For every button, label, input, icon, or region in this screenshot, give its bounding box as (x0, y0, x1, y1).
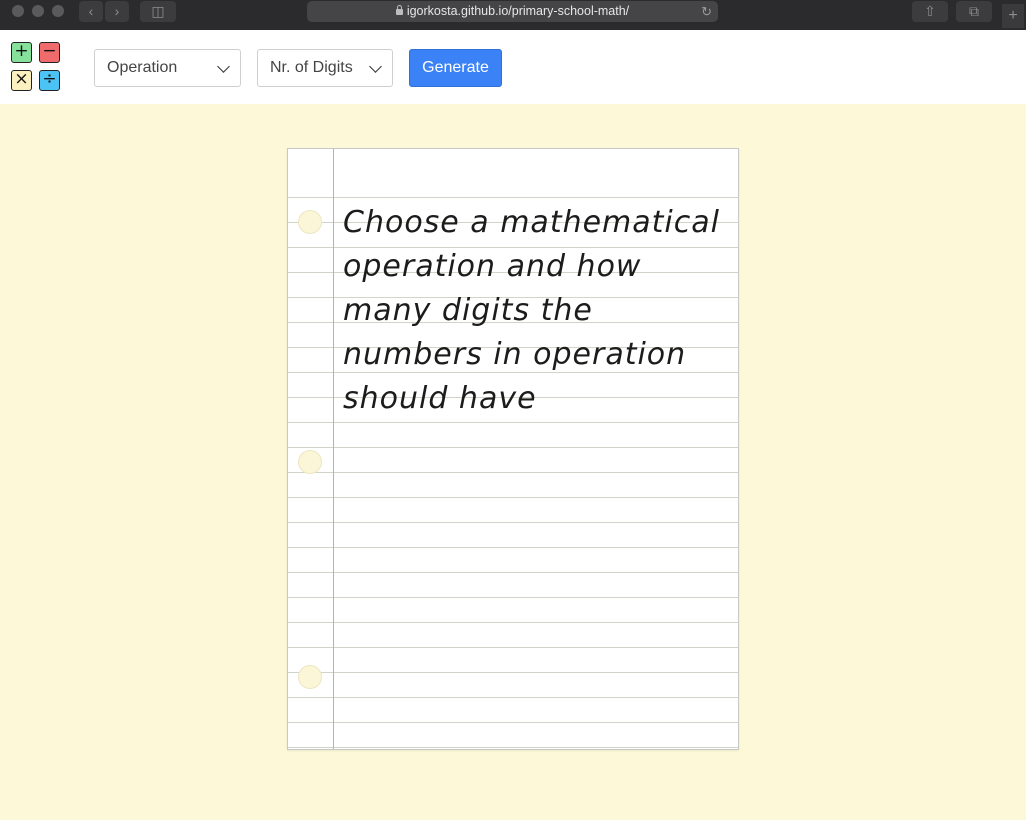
punch-hole (298, 210, 322, 234)
generate-button[interactable]: Generate (409, 49, 502, 87)
paper-margin-line (333, 149, 334, 749)
forward-icon[interactable]: › (105, 1, 129, 22)
lock-icon (395, 5, 403, 15)
notebook-paper: Choose a mathematical operation and how … (287, 148, 739, 750)
punch-hole (298, 450, 322, 474)
operation-select-label: Operation (107, 59, 178, 76)
close-window-icon[interactable] (12, 5, 24, 17)
url-text: igorkosta.github.io/primary-school-math/ (406, 4, 630, 18)
new-tab-icon[interactable]: + (1002, 4, 1024, 28)
paper-header-area (288, 149, 738, 197)
maximize-window-icon[interactable] (52, 5, 64, 17)
minus-icon: − (39, 42, 60, 63)
chevron-down-icon (217, 60, 230, 73)
punch-hole (298, 665, 322, 689)
minimize-window-icon[interactable] (32, 5, 44, 17)
browser-toolbar: ‹ › ◫ igorkosta.github.io/primary-school… (0, 0, 1026, 31)
reload-icon[interactable]: ↻ (701, 1, 712, 22)
back-icon[interactable]: ‹ (79, 1, 103, 22)
digits-select[interactable]: Nr. of Digits (257, 49, 393, 87)
multiply-icon: × (11, 70, 32, 91)
chevron-down-icon (369, 60, 382, 73)
tabs-overview-icon[interactable]: ⧉ (956, 1, 992, 22)
instruction-message: Choose a mathematical operation and how … (343, 205, 720, 416)
divide-icon: ÷ (39, 70, 60, 91)
share-icon[interactable]: ⇧ (912, 1, 948, 22)
app-logo[interactable]: + − × ÷ (11, 42, 63, 94)
sidebar-toggle-icon[interactable]: ◫ (140, 1, 176, 22)
digits-select-label: Nr. of Digits (270, 59, 353, 76)
operation-select[interactable]: Operation (94, 49, 241, 87)
app-header: + − × ÷ Operation Nr. of Digits Generate (0, 30, 1026, 104)
address-bar[interactable]: igorkosta.github.io/primary-school-math/… (307, 1, 718, 22)
plus-icon: + (11, 42, 32, 63)
